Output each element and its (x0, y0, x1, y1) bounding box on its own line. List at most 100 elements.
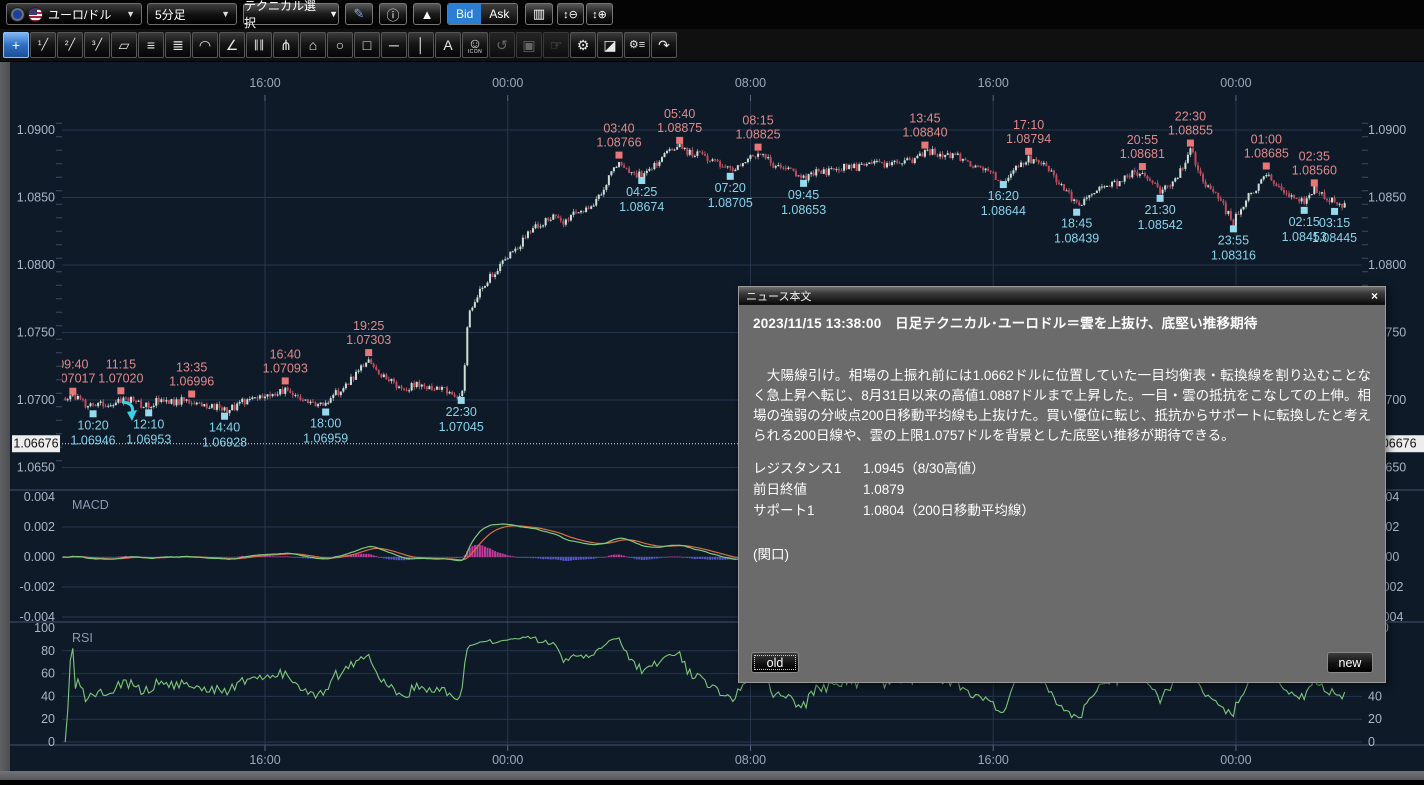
multi-lines-tool-button[interactable]: ≣ (165, 32, 191, 58)
crosshair-tool-icon: + (12, 38, 20, 52)
low-annotation-time: 02:15 (1289, 215, 1320, 229)
text-tool-button[interactable]: A (435, 32, 461, 58)
fan-lines-tool-icon: ∠ (226, 38, 239, 52)
zoom-in-button[interactable]: ↕⊕ (586, 3, 613, 25)
settings-tool-button[interactable]: ⚙≡ (624, 32, 650, 58)
bid-toggle-button[interactable]: Bid (448, 4, 481, 24)
timeframe-select[interactable]: 5分足 ▼ (147, 3, 237, 25)
fan-lines-tool-button[interactable]: ∠ (219, 32, 245, 58)
low-annotation-price: 1.07045 (439, 420, 484, 434)
magnet-tool-button[interactable]: ↷ (651, 32, 677, 58)
high-annotation-price: 1.07020 (98, 371, 143, 385)
low-marker (1073, 209, 1080, 216)
new-news-button[interactable]: new (1327, 652, 1373, 673)
ask-toggle-button[interactable]: Ask (481, 4, 517, 24)
low-annotation-time: 22:30 (446, 405, 477, 419)
rectangle-tool-button[interactable]: □ (354, 32, 380, 58)
zoom-out-icon: ↕⊖ (563, 8, 578, 21)
vertical-grid-tool-button[interactable]: ∥∥ (246, 32, 272, 58)
pencil-icon: ✎ (354, 6, 365, 22)
low-annotation-price: 1.06959 (303, 432, 348, 446)
old-news-button[interactable]: old (751, 652, 799, 673)
zoom-out-button[interactable]: ↕⊖ (557, 3, 584, 25)
crosshair-tool-button[interactable]: + (3, 32, 29, 58)
mountain-icon: ▲ (421, 7, 434, 22)
time-axis-label: 00:00 (1220, 76, 1251, 90)
high-annotation-price: 1.08685 (1244, 147, 1289, 161)
low-marker (322, 409, 329, 416)
news-signoff: (関口) (753, 543, 1371, 563)
high-annotation-time: 20:55 (1127, 133, 1158, 147)
speed-lines-tool-button[interactable]: ⋔ (273, 32, 299, 58)
horizontal-line-tool-icon: ─ (389, 38, 399, 52)
macd-axis-label-left: 0.000 (24, 550, 55, 564)
high-annotation-time: 16:40 (270, 347, 301, 361)
ellipse-tool-button[interactable]: ○ (327, 32, 353, 58)
level-value: 1.0879 (863, 479, 904, 500)
price-axis-label-left: 1.0750 (17, 326, 55, 340)
info-button[interactable]: ⓘ (379, 3, 407, 25)
high-annotation-price: 1.08875 (657, 121, 702, 135)
news-window-titlebar[interactable]: ニュース本文 × (739, 287, 1385, 305)
price-axis-label-left: 1.0700 (17, 393, 55, 407)
copy-tool-button: ▣ (516, 32, 542, 58)
text-tool-icon: A (443, 38, 452, 52)
technical-select-button[interactable]: テクニカル選択 ▼ (243, 3, 339, 25)
rsi-axis-label-left: 60 (41, 667, 55, 681)
news-body: 2023/11/15 13:38:00 日足テクニカル･ユーロドル＝雲を上抜け、… (739, 304, 1385, 682)
table-row: サポート1 1.0804（200日移動平均線） (753, 500, 1371, 521)
pentagon-tool-button[interactable]: ⌂ (300, 32, 326, 58)
arc-tool-button[interactable]: ◠ (192, 32, 218, 58)
trendline3-tool-icon: ³╱ (92, 38, 102, 52)
vertical-line-tool-button[interactable]: │ (408, 32, 434, 58)
high-marker (615, 152, 622, 159)
high-annotation-time: 05:40 (664, 107, 695, 121)
horizontal-line-tool-button[interactable]: ─ (381, 32, 407, 58)
rsi-axis-label-right: 0 (1368, 735, 1375, 749)
currency-pair-select[interactable]: ユーロ/ドル ▼ (6, 3, 142, 25)
high-marker (921, 142, 928, 149)
high-annotation-price: 1.08794 (1006, 132, 1051, 146)
low-marker (727, 173, 734, 180)
draw-toolbar: +¹╱²╱³╱▱≡≣◠∠∥∥⋔⌂○□─│A☺ICON↺▣☞⚙◪⚙≡↷ (0, 29, 1424, 62)
history-tool-button: ↺ (489, 32, 515, 58)
icon-stamp-tool-button[interactable]: ☺ICON (462, 32, 488, 58)
level-value: 1.0945（8/30高値） (863, 458, 985, 479)
draw-pencil-button[interactable]: ✎ (345, 3, 373, 25)
trendline2-tool-button[interactable]: ²╱ (57, 32, 83, 58)
news-levels-table: レジスタンス1 1.0945（8/30高値） 前日終値 1.0879 サポート1… (753, 458, 1371, 521)
window-frame-left (0, 62, 10, 771)
low-annotation-time: 18:45 (1061, 217, 1092, 231)
wrench-tool-button[interactable]: ⚙ (570, 32, 596, 58)
trendline3-tool-button[interactable]: ³╱ (84, 32, 110, 58)
close-icon[interactable]: × (1371, 290, 1378, 302)
price-axis-label-right: 1.0900 (1368, 123, 1406, 137)
eraser-tool-button[interactable]: ◪ (597, 32, 623, 58)
low-annotation-price: 1.06928 (202, 436, 247, 450)
wrench-tool-icon: ⚙ (577, 38, 590, 52)
high-annotation-price: 1.07093 (263, 361, 308, 375)
trendline1-tool-button[interactable]: ¹╱ (30, 32, 56, 58)
price-marker-value: 1.06676 (13, 437, 58, 451)
high-annotation-time: 08:15 (742, 114, 773, 128)
area-chart-button[interactable]: ▲ (413, 3, 441, 25)
high-annotation-price: 1.08766 (596, 136, 641, 150)
ruler-tool-button[interactable]: ▱ (111, 32, 137, 58)
low-annotation-time: 04:25 (626, 185, 657, 199)
chart-type-button[interactable]: ▥ (525, 3, 553, 25)
high-annotation-price: 1.08840 (902, 126, 947, 140)
price-axis-label-right: 1.0800 (1368, 258, 1406, 272)
time-axis-label: 00:00 (492, 753, 523, 767)
low-annotation-price: 1.08653 (781, 203, 826, 217)
us-flag-icon (28, 7, 43, 22)
low-marker (1000, 181, 1007, 188)
info-icon: ⓘ (386, 5, 399, 24)
low-annotation-time: 18:00 (310, 417, 341, 431)
table-row: 前日終値 1.0879 (753, 479, 1371, 500)
rsi-axis-label-left: 100 (34, 621, 55, 635)
parallel-lines-tool-button[interactable]: ≡ (138, 32, 164, 58)
window-frame-bottom[interactable] (0, 771, 1424, 780)
technical-select-label: テクニカル選択 (244, 0, 325, 31)
currency-pair-label: ユーロ/ドル (48, 6, 111, 23)
news-window-title: ニュース本文 (746, 288, 811, 304)
